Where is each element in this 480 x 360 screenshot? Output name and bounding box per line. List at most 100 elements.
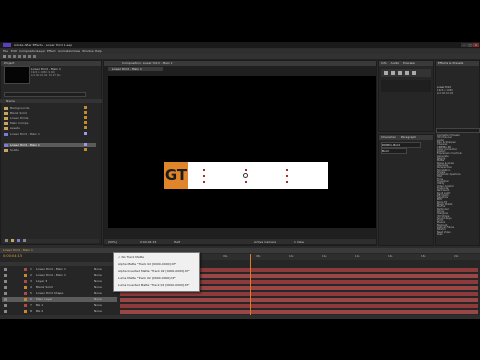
play-icon[interactable] — [398, 71, 402, 75]
layer-duration-bar[interactable] — [120, 304, 478, 308]
menu-item-no-track-matte[interactable]: ✓ No Track Matte — [118, 254, 196, 260]
new-composition-icon[interactable] — [17, 239, 20, 242]
timeline-layer-row[interactable]: 1 Lower third - Main 1 None — [2, 267, 117, 272]
menu-item-alpha-inverted-matte[interactable]: Alpha Inverted Matte "Track 02 [0000-000… — [118, 268, 196, 274]
visibility-eye-icon[interactable] — [4, 298, 7, 301]
layer-label-color[interactable] — [24, 310, 27, 313]
composition-viewer[interactable] — [108, 76, 376, 228]
label-color-tag[interactable] — [84, 143, 87, 146]
timeline-layer-row[interactable]: 2 Lower third - Main 1 None — [2, 273, 117, 278]
view-layout-select[interactable]: 1 View — [294, 240, 304, 244]
camera-select[interactable]: Active Camera — [254, 240, 276, 244]
layer-name[interactable]: Main Layer — [36, 297, 52, 302]
first-frame-icon[interactable] — [384, 71, 388, 75]
tab-timeline-comp[interactable]: Lower third - Main 1 — [3, 248, 33, 253]
text-tool-icon[interactable] — [33, 55, 36, 58]
selection-tool-icon[interactable] — [3, 55, 6, 58]
project-item[interactable]: Main Comps — [4, 121, 96, 125]
timeline-layer-row[interactable]: 7 BG 1 None — [2, 303, 117, 308]
anchor-point-icon[interactable] — [243, 173, 248, 178]
layer-label-color[interactable] — [24, 280, 27, 283]
interpret-footage-icon[interactable] — [5, 239, 8, 242]
timeline-layer-row[interactable]: 4 Blank Solid None — [2, 285, 117, 290]
rotate-tool-icon[interactable] — [18, 55, 21, 58]
next-frame-icon[interactable] — [405, 71, 409, 75]
layer-duration-bar[interactable] — [120, 292, 478, 296]
current-timecode[interactable]: 0:00:04:15 — [140, 240, 156, 244]
layer-name[interactable]: Layer 3 — [36, 279, 47, 284]
last-frame-icon[interactable] — [412, 71, 416, 75]
layer-duration-bar[interactable] — [120, 310, 478, 314]
close-button[interactable]: × — [473, 43, 479, 47]
label-color-tag[interactable] — [84, 111, 87, 114]
tab-audio[interactable]: Audio — [391, 61, 400, 65]
project-search-input[interactable] — [4, 92, 86, 97]
layer-parent-select[interactable]: None — [94, 273, 102, 278]
layer-parent-select[interactable]: None — [94, 267, 102, 272]
label-color-tag[interactable] — [84, 132, 87, 135]
zoom-level[interactable]: (50%) — [108, 240, 117, 244]
timeline-timecode[interactable]: 0:00:04:15 — [3, 254, 22, 258]
zoom-tool-icon[interactable] — [13, 55, 16, 58]
layer-name[interactable]: Blank Solid — [36, 285, 53, 290]
layer-parent-select[interactable]: None — [94, 297, 102, 302]
transform-handle[interactable] — [286, 169, 288, 171]
layer-parent-select[interactable]: None — [94, 309, 102, 314]
label-color-tag[interactable] — [84, 121, 87, 124]
tab-composition[interactable]: Composition: Lower third - Main 1 — [122, 61, 173, 65]
timeline-layer-row[interactable]: 6 Main Layer None — [2, 297, 117, 302]
transform-handle[interactable] — [286, 181, 288, 183]
visibility-eye-icon[interactable] — [4, 292, 7, 295]
project-item[interactable]: Backgrounds — [4, 106, 96, 110]
visibility-eye-icon[interactable] — [4, 274, 7, 277]
tab-project[interactable]: Project — [4, 61, 14, 65]
camera-tool-icon[interactable] — [23, 55, 26, 58]
visibility-eye-icon[interactable] — [4, 286, 7, 289]
font-style-select[interactable]: Bold — [381, 148, 407, 154]
project-item[interactable]: Assets — [4, 126, 96, 130]
name-column-header[interactable]: Name — [6, 99, 15, 103]
hand-tool-icon[interactable] — [8, 55, 11, 58]
layer-name[interactable]: Lower third - Main 1 — [36, 273, 66, 278]
layer-parent-select[interactable]: None — [94, 291, 102, 296]
tab-info[interactable]: Info — [381, 61, 387, 65]
layer-name[interactable]: Lower third Shape — [36, 291, 63, 296]
trash-icon[interactable] — [23, 239, 26, 242]
label-color-tag[interactable] — [84, 116, 87, 119]
visibility-eye-icon[interactable] — [4, 310, 7, 313]
layer-label-color[interactable] — [24, 298, 27, 301]
tab-character[interactable]: Character — [381, 135, 396, 139]
layer-label-color[interactable] — [24, 268, 27, 271]
previous-frame-icon[interactable] — [391, 71, 395, 75]
tab-effects-presets[interactable]: Effects & Presets — [438, 61, 463, 65]
effects-category[interactable]: Duik — [437, 233, 477, 236]
transform-handle[interactable] — [245, 181, 247, 183]
project-item[interactable]: Lower third - Main 1 — [4, 132, 96, 136]
layer-label-color[interactable] — [24, 286, 27, 289]
label-color-tag[interactable] — [84, 106, 87, 109]
visibility-eye-icon[interactable] — [4, 304, 7, 307]
effects-search-input[interactable] — [436, 128, 480, 133]
menu-item-luma-inverted-matte[interactable]: Luma Inverted Matte "Track 02 [0000-0000… — [118, 282, 196, 288]
project-item[interactable]: Blank Solid — [4, 111, 96, 115]
resolution-select[interactable]: Half — [174, 240, 180, 244]
layer-parent-select[interactable]: None — [94, 279, 102, 284]
layer-label-color[interactable] — [24, 274, 27, 277]
layer-parent-select[interactable]: None — [94, 303, 102, 308]
tab-paragraph[interactable]: Paragraph — [401, 135, 416, 139]
layer-parent-select[interactable]: None — [94, 285, 102, 290]
label-color-tag[interactable] — [84, 148, 87, 151]
project-item[interactable]: Solids — [4, 148, 96, 152]
comp-breadcrumb[interactable]: Lower third - Main 1 — [108, 67, 163, 71]
timeline-layer-row[interactable]: 8 BG 2 None — [2, 309, 117, 314]
label-color-tag[interactable] — [84, 126, 87, 129]
transform-handle[interactable] — [286, 175, 288, 177]
layer-label-color[interactable] — [24, 304, 27, 307]
new-folder-icon[interactable] — [11, 239, 14, 242]
layer-name[interactable]: Lower third - Main 1 — [36, 267, 66, 272]
project-item[interactable]: Lower thirds — [4, 116, 96, 120]
menu-item-alpha-matte[interactable]: Alpha Matte "Track 02 [0000-0000].tif" — [118, 261, 196, 267]
transform-handle[interactable] — [203, 169, 205, 171]
transform-handle[interactable] — [245, 169, 247, 171]
transform-handle[interactable] — [203, 181, 205, 183]
